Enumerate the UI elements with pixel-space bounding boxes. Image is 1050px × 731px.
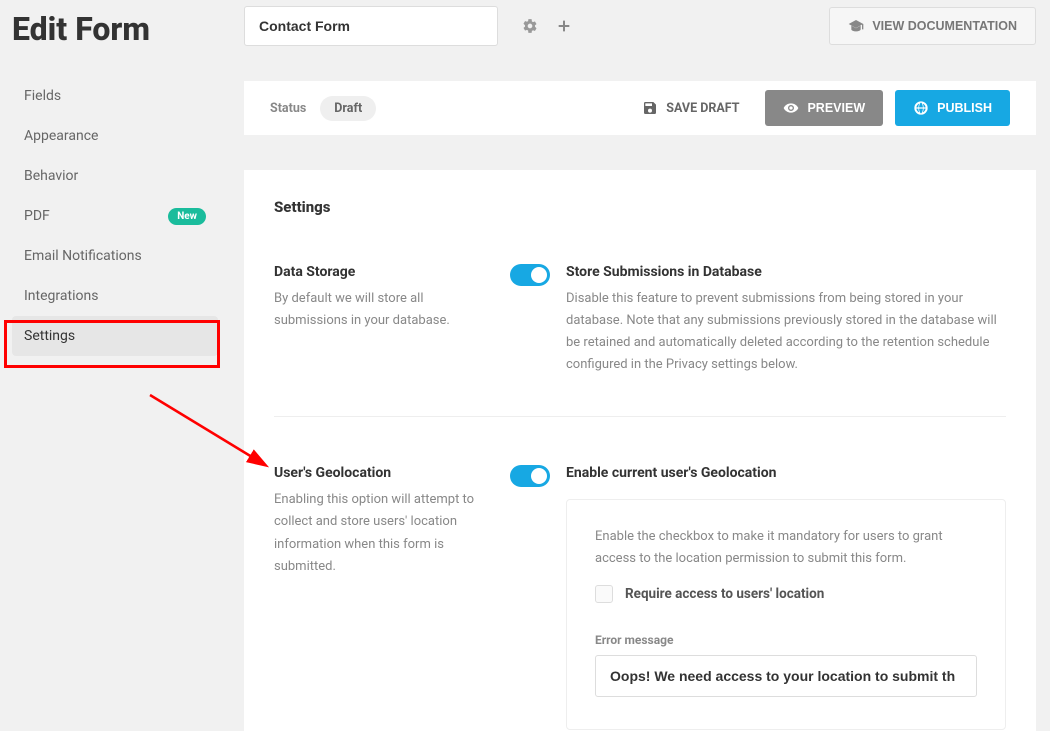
save-draft-button[interactable]: SAVE DRAFT	[634, 92, 747, 124]
toggle-label: Enable current user's Geolocation	[566, 465, 1006, 481]
section-title: User's Geolocation	[274, 465, 482, 481]
graduation-cap-icon	[848, 18, 864, 34]
section-description: By default we will store all submissions…	[274, 288, 482, 332]
checkbox-label: Require access to users' location	[625, 586, 824, 602]
gear-icon[interactable]	[518, 14, 542, 38]
sidebar-item-label: Fields	[24, 88, 61, 104]
page-title: Edit Form	[12, 10, 150, 48]
status-value: Draft	[320, 96, 376, 121]
sidebar-item-label: PDF	[24, 208, 50, 224]
data-storage-section: Data Storage By default we will store al…	[274, 216, 1006, 417]
inner-description: Enable the checkbox to make it mandatory…	[595, 526, 977, 570]
require-location-checkbox[interactable]	[595, 585, 613, 603]
toggle-description: Disable this feature to prevent submissi…	[566, 288, 1006, 376]
view-documentation-label: VIEW DOCUMENTATION	[872, 19, 1017, 33]
sidebar-item-label: Settings	[24, 328, 75, 344]
status-bar: Status Draft SAVE DRAFT PREVIEW PUBLISH	[244, 81, 1036, 135]
save-draft-label: SAVE DRAFT	[666, 101, 739, 116]
sidebar-item-fields[interactable]: Fields	[12, 76, 218, 116]
new-badge: New	[168, 208, 206, 225]
geolocation-toggle[interactable]	[510, 465, 550, 487]
sidebar-item-label: Appearance	[24, 128, 98, 144]
plus-icon[interactable]	[552, 14, 576, 38]
status-label: Status	[270, 101, 306, 116]
save-icon	[642, 100, 658, 116]
section-title: Data Storage	[274, 264, 482, 280]
settings-panel: Settings Data Storage By default we will…	[244, 170, 1036, 731]
sidebar-item-behavior[interactable]: Behavior	[12, 156, 218, 196]
geolocation-section: User's Geolocation Enabling this option …	[274, 417, 1006, 729]
eye-icon	[783, 100, 799, 116]
view-documentation-button[interactable]: VIEW DOCUMENTATION	[829, 7, 1036, 45]
section-description: Enabling this option will attempt to col…	[274, 489, 482, 577]
sidebar-item-integrations[interactable]: Integrations	[12, 276, 218, 316]
preview-label: PREVIEW	[807, 101, 865, 115]
sidebar-item-email-notifications[interactable]: Email Notifications	[12, 236, 218, 276]
form-name-input[interactable]	[244, 6, 498, 46]
sidebar-item-appearance[interactable]: Appearance	[12, 116, 218, 156]
sidebar-item-label: Behavior	[24, 168, 78, 184]
sidebar-item-settings[interactable]: Settings	[12, 316, 218, 356]
sidebar: Fields Appearance Behavior PDF New Email…	[12, 76, 218, 356]
toggle-label: Store Submissions in Database	[566, 264, 1006, 280]
error-message-input[interactable]	[595, 655, 977, 697]
globe-icon	[913, 100, 929, 116]
error-message-label: Error message	[595, 633, 977, 647]
publish-button[interactable]: PUBLISH	[895, 90, 1010, 126]
sidebar-item-pdf[interactable]: PDF New	[12, 196, 218, 236]
sidebar-item-label: Integrations	[24, 288, 98, 304]
geolocation-options-box: Enable the checkbox to make it mandatory…	[566, 499, 1006, 729]
publish-label: PUBLISH	[937, 101, 992, 115]
store-submissions-toggle[interactable]	[510, 264, 550, 286]
sidebar-item-label: Email Notifications	[24, 248, 142, 264]
preview-button[interactable]: PREVIEW	[765, 90, 883, 126]
panel-title: Settings	[274, 198, 1006, 216]
